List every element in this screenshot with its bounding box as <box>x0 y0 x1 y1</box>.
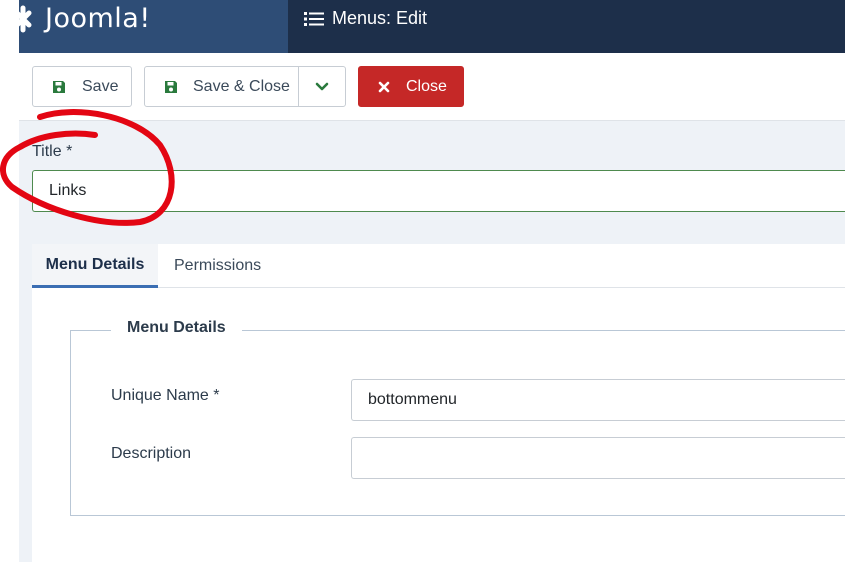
save-button-label: Save <box>82 77 119 95</box>
list-icon <box>304 11 324 26</box>
header-bar: Joomla! Menus: Edit <box>14 0 845 53</box>
x-icon <box>378 81 390 92</box>
floppy-disk-icon <box>53 80 65 93</box>
page-title-text: Menus: Edit <box>332 8 428 28</box>
red-circle-annotation <box>0 109 175 226</box>
save-close-button-group: Save & Close <box>144 66 346 107</box>
brand-name: Joomla! <box>45 3 151 34</box>
page-title: Menus: Edit <box>304 8 427 29</box>
description-input[interactable] <box>351 437 845 479</box>
save-close-button[interactable]: Save & Close <box>145 67 299 106</box>
close-button-label: Close <box>406 77 447 95</box>
save-options-dropdown-toggle[interactable] <box>299 67 345 106</box>
menu-details-fieldset: Menu Details Unique Name * bottommenu De… <box>70 319 845 516</box>
save-button[interactable]: Save <box>32 66 132 107</box>
tab-permissions[interactable]: Permissions <box>174 244 261 288</box>
unique-name-label: Unique Name * <box>111 387 220 404</box>
joomla-logo-icon <box>14 5 32 33</box>
chevron-down-icon <box>315 82 329 90</box>
tab-panel: Menu Details Permissions Menu Details Un… <box>32 244 845 562</box>
floppy-disk-icon <box>165 80 177 93</box>
fieldset-legend: Menu Details <box>111 319 242 337</box>
tab-bar: Menu Details Permissions <box>32 244 845 288</box>
tab-menu-details[interactable]: Menu Details <box>32 244 158 288</box>
brand-area[interactable]: Joomla! <box>14 0 288 53</box>
save-close-button-label: Save & Close <box>193 77 290 95</box>
unique-name-input[interactable]: bottommenu <box>351 379 845 421</box>
close-button[interactable]: Close <box>358 66 464 107</box>
joomla-admin-app: Joomla! Menus: Edit Save Save & Close Cl… <box>14 0 845 562</box>
description-label: Description <box>111 445 192 462</box>
